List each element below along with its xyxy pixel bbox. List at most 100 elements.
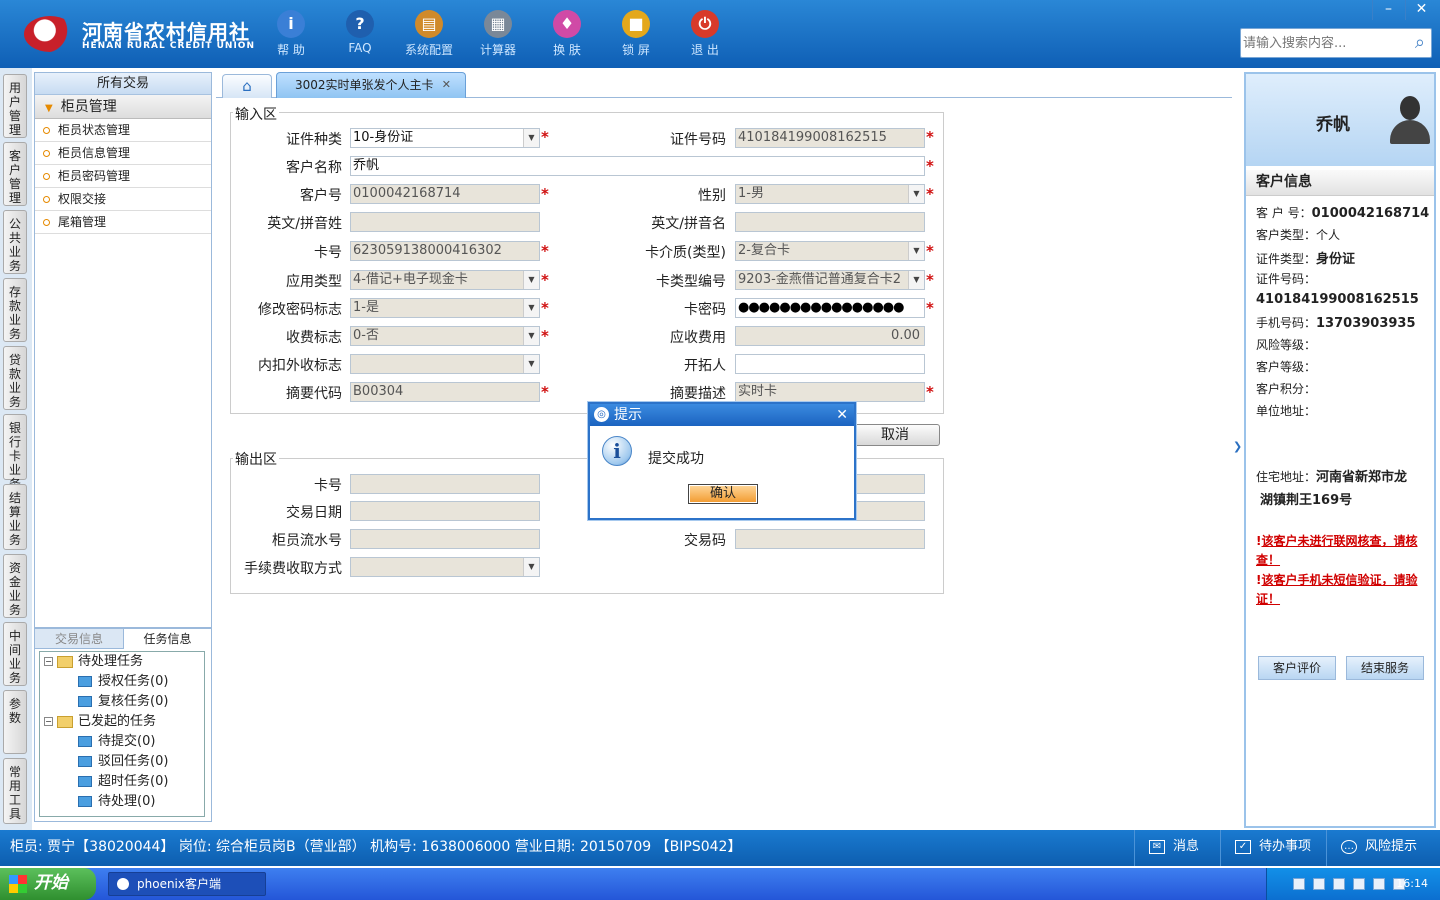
tab-3002[interactable]: 3002实时单张发个人主卡 ✕ [276,72,466,98]
search-box[interactable]: ⌕ [1240,28,1432,58]
menu-group-teller[interactable]: ▼ 柜员管理 [35,95,211,119]
collapse-right-panel-icon[interactable]: ❯ [1233,428,1242,466]
en-surname-field[interactable] [350,212,540,232]
card-media-select[interactable]: 2-复合卡 ▼ [735,241,925,261]
dropdown-arrow-icon[interactable]: ▼ [908,185,924,203]
id-type-select[interactable]: 10-身份证 ▼ [350,128,540,148]
tree-node-initiated[interactable]: − 已发起的任务 [44,712,156,732]
cust-name-field[interactable]: 乔帆 [350,156,925,176]
menu-header[interactable]: 所有交易 [35,73,211,95]
menu-item-3[interactable]: 权限交接 [35,188,211,211]
dialog-title-bar[interactable]: ◎ 提示 ✕ [590,404,854,426]
dropdown-arrow-icon[interactable]: ▼ [908,242,924,260]
summary-desc-field[interactable]: 实时卡 [735,382,925,402]
dropdown-arrow-icon[interactable]: ▼ [523,299,539,317]
dropdown-arrow-icon[interactable]: ▼ [523,271,539,289]
dialog-close-icon[interactable]: ✕ [836,404,848,426]
modify-pwd-select[interactable]: 1-是 ▼ [350,298,540,318]
toolbar-toolbox-button[interactable]: ▤ 系统配置 [396,8,462,62]
app-type-select[interactable]: 4-借记+电子现金卡 ▼ [350,270,540,290]
toolbar-shirt-button[interactable]: ♦ 换 肤 [534,8,600,62]
out-txn-date-field[interactable] [350,501,540,521]
toolbar-question-button[interactable]: ? FAQ [327,8,393,62]
search-input[interactable] [1243,32,1403,54]
search-icon[interactable]: ⌕ [1415,32,1425,53]
summary-code-field[interactable]: B00304 [350,382,540,402]
keyboard-icon[interactable] [1293,878,1305,890]
dropdown-arrow-icon[interactable]: ▼ [523,558,539,576]
dropdown-arrow-icon[interactable]: ▼ [523,327,539,345]
end-service-button[interactable]: 结束服务 [1346,656,1424,680]
menu-item-4[interactable]: 尾箱管理 [35,211,211,234]
out-txn-code-field[interactable] [735,529,925,549]
menu-item-2[interactable]: 柜员密码管理 [35,165,211,188]
arrow-icon[interactable] [1353,878,1365,890]
display-icon[interactable] [1373,878,1385,890]
fee-flag-select[interactable]: 0-否 ▼ [350,326,540,346]
en-name-field[interactable] [735,212,925,232]
vtab-8[interactable]: 中间业务 [3,622,27,686]
card-type-no-select[interactable]: 9203-金燕借记普通复合卡2 ▼ [735,270,925,290]
summary-code-label: 摘要代码 [286,386,342,402]
developer-field[interactable] [735,354,925,374]
toolbar-power-button[interactable]: ⏻ 退 出 [672,8,738,62]
collapse-icon[interactable]: − [44,717,53,726]
taskbar-item-phoenix[interactable]: phoenix客户端 [108,872,266,896]
menu-item-1[interactable]: 柜员信息管理 [35,142,211,165]
out-card-no-field[interactable] [350,474,540,494]
dropdown-arrow-icon[interactable]: ▼ [908,271,924,289]
warn-sms-verify[interactable]: !该客户手机未短信验证，请验证！ [1256,571,1434,609]
out-teller-seq-field[interactable] [350,529,540,549]
vtab-1[interactable]: 客户管理 [3,142,27,206]
deduct-select[interactable]: ▼ [350,354,540,374]
id-no-field[interactable]: 410184199008162515 [735,128,925,148]
tree-node-timeout[interactable]: 超时任务(0) [78,772,168,792]
vtab-0[interactable]: 用户管理 [3,74,27,138]
vtab-3[interactable]: 存款业务 [3,278,27,342]
todo-button[interactable]: ✓ 待办事项 [1220,830,1326,866]
start-button[interactable]: 开始 [0,868,96,900]
card-pwd-field[interactable]: ●●●●●●●●●●●●●●●● [735,298,925,318]
fee-due-field[interactable]: 0.00 [735,326,925,346]
tree-node-review[interactable]: 复核任务(0) [78,692,168,712]
home-tab[interactable]: ⌂ [222,74,272,98]
toolbar-info-button[interactable]: i 帮 助 [258,8,324,62]
tab-close-icon[interactable]: ✕ [442,73,451,97]
cust-no-field[interactable]: 0100042168714 [350,184,540,204]
card-no-field[interactable]: 6230591380004163​02 [350,241,540,261]
customer-eval-button[interactable]: 客户评价 [1258,656,1336,680]
tree-node-to-submit[interactable]: 待提交(0) [78,732,155,752]
warn-network-check[interactable]: !该客户未进行联网核查，请核查！ [1256,532,1434,570]
vtab-2[interactable]: 公共业务 [3,210,27,274]
network-icon[interactable] [1333,878,1345,890]
dropdown-arrow-icon[interactable]: ▼ [523,129,539,147]
risk-tips-button[interactable]: … 风险提示 [1326,830,1440,866]
confirm-button[interactable]: 确认 [688,484,758,504]
tree-node-to-process[interactable]: 待处理(0) [78,792,155,812]
vtab-7[interactable]: 资金业务 [3,554,27,618]
toolbar-calculator-button[interactable]: ▦ 计算器 [465,8,531,62]
vtab-9[interactable]: 参数 [3,690,27,754]
tab-transaction-info[interactable]: 交易信息 [35,629,123,649]
tree-node-auth[interactable]: 授权任务(0) [78,672,168,692]
dropdown-arrow-icon[interactable]: ▼ [523,355,539,373]
collapse-icon[interactable]: − [44,657,53,666]
required-mark: * [926,128,934,146]
vtab-6[interactable]: 结算业务 [3,484,27,550]
help-icon[interactable] [1313,878,1325,890]
tree-node-pending[interactable]: − 待处理任务 [44,652,143,672]
tab-task-info[interactable]: 任务信息 [123,629,211,649]
vtab-5[interactable]: 银行卡业务 [3,414,27,491]
cancel-button[interactable]: 取消 [850,424,940,446]
messages-button[interactable]: ✉ 消息 [1134,830,1234,866]
tree-node-rejected[interactable]: 驳回任务(0) [78,752,168,772]
close-window-button[interactable]: ✕ [1405,0,1437,20]
vtab-4[interactable]: 贷款业务 [3,346,27,410]
app-window: 河南省农村信用社 HENAN RURAL CREDIT UNION i 帮 助? F… [0,0,1440,900]
out-fee-method-select[interactable]: ▼ [350,557,540,577]
gender-select[interactable]: 1-男 ▼ [735,184,925,204]
minimize-button[interactable]: – [1372,0,1404,20]
menu-item-0[interactable]: 柜员状态管理 [35,119,211,142]
vtab-10[interactable]: 常用工具 [3,758,27,824]
toolbar-lock-button[interactable]: ■ 锁 屏 [603,8,669,62]
